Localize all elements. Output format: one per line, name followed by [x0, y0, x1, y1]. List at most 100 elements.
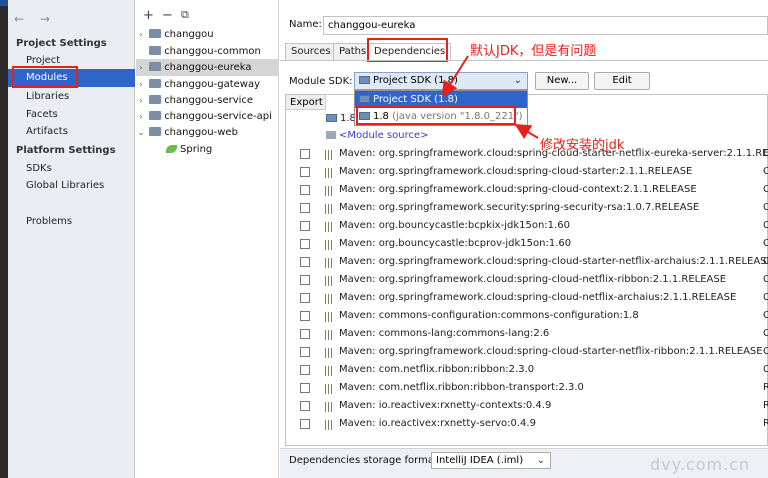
- dependency-name: Maven: org.springframework.security:spri…: [339, 202, 700, 213]
- dependency-row[interactable]: Maven: org.bouncycastle:bcpkix-jdk15on:1…: [286, 217, 768, 235]
- sidebar-item-facets[interactable]: Facets: [8, 106, 135, 124]
- annotation-arrows: [441, 55, 539, 140]
- dependency-scope[interactable]: C: [763, 271, 768, 289]
- dependency-name: Maven: commons-lang:commons-lang:2.6: [339, 328, 550, 339]
- dependency-row[interactable]: Maven: org.springframework.cloud:spring-…: [286, 253, 768, 271]
- module-folder-icon: [149, 29, 162, 38]
- dependency-row[interactable]: Maven: org.springframework.cloud:spring-…: [286, 343, 768, 361]
- export-checkbox[interactable]: [300, 311, 310, 321]
- dependency-scope[interactable]: C: [763, 235, 768, 253]
- tree-item-changgou[interactable]: › changgou: [136, 26, 279, 43]
- export-checkbox[interactable]: [300, 185, 310, 195]
- collapse-arrow-icon[interactable]: ⌄: [136, 124, 146, 141]
- dependency-row[interactable]: Maven: org.springframework.cloud:spring-…: [286, 181, 768, 199]
- add-module-icon[interactable]: +: [143, 8, 154, 23]
- maven-library-icon: [325, 293, 335, 304]
- dependency-scope[interactable]: C: [763, 343, 768, 361]
- tree-item-changgou-common[interactable]: changgou-common: [136, 43, 279, 60]
- export-checkbox[interactable]: [300, 239, 310, 249]
- dependency-scope[interactable]: C: [763, 199, 768, 217]
- sidebar-item-libraries[interactable]: Libraries: [8, 88, 135, 106]
- dependency-row[interactable]: Maven: org.springframework.cloud:spring-…: [286, 271, 768, 289]
- edit-sdk-button[interactable]: Edit: [594, 72, 650, 90]
- maven-library-icon: [325, 311, 335, 322]
- dependency-scope[interactable]: C: [763, 289, 768, 307]
- export-checkbox[interactable]: [300, 203, 310, 213]
- dependency-name: Maven: org.springframework.cloud:spring-…: [339, 346, 763, 357]
- tree-item-spring[interactable]: Spring: [136, 141, 279, 158]
- dependency-scope[interactable]: R: [763, 379, 768, 397]
- dependency-name: Maven: org.bouncycastle:bcprov-jdk15on:1…: [339, 238, 572, 249]
- dependency-scope[interactable]: C: [763, 181, 768, 199]
- dependency-scope[interactable]: C: [763, 145, 768, 163]
- export-checkbox[interactable]: [300, 383, 310, 393]
- expand-arrow-icon[interactable]: ›: [136, 26, 146, 43]
- sidebar-item-sdks[interactable]: SDKs: [8, 160, 135, 178]
- tree-item-changgou-service[interactable]: › changgou-service: [136, 92, 279, 109]
- export-checkbox[interactable]: [300, 401, 310, 411]
- dependency-scope[interactable]: C: [763, 361, 768, 379]
- expand-arrow-icon[interactable]: ›: [136, 92, 146, 109]
- expand-arrow-icon[interactable]: ›: [136, 76, 146, 93]
- export-column-header[interactable]: Export: [286, 95, 326, 110]
- sidebar-item-problems[interactable]: Problems: [8, 213, 135, 231]
- export-checkbox[interactable]: [300, 347, 310, 357]
- dependency-name: Maven: io.reactivex:rxnetty-contexts:0.4…: [339, 400, 552, 411]
- maven-library-icon: [325, 221, 335, 232]
- tree-item-changgou-web[interactable]: ⌄ changgou-web: [136, 124, 279, 141]
- export-checkbox[interactable]: [300, 275, 310, 285]
- dependency-row[interactable]: Maven: io.reactivex:rxnetty-servo:0.4.9 R: [286, 415, 768, 433]
- tree-item-changgou-eureka[interactable]: › changgou-eureka: [136, 59, 279, 76]
- dependency-row[interactable]: Maven: io.reactivex:rxnetty-contexts:0.4…: [286, 397, 768, 415]
- dependency-scope[interactable]: C: [763, 307, 768, 325]
- dependency-row[interactable]: Maven: com.netflix.ribbon:ribbon:2.3.0 C: [286, 361, 768, 379]
- watermark: dvy.com.cn: [650, 455, 751, 474]
- maven-library-icon: [325, 365, 335, 376]
- dependency-row[interactable]: Maven: org.springframework.cloud:spring-…: [286, 289, 768, 307]
- dependency-scope[interactable]: C: [763, 325, 768, 343]
- export-checkbox[interactable]: [300, 257, 310, 267]
- export-checkbox[interactable]: [300, 365, 310, 375]
- dependency-row[interactable]: Maven: commons-lang:commons-lang:2.6 C: [286, 325, 768, 343]
- tree-item-changgou-service-api[interactable]: › changgou-service-api: [136, 108, 279, 125]
- export-checkbox[interactable]: [300, 293, 310, 303]
- export-checkbox[interactable]: [300, 167, 310, 177]
- sidebar-item-artifacts[interactable]: Artifacts: [8, 123, 135, 141]
- export-checkbox[interactable]: [300, 329, 310, 339]
- dependency-row[interactable]: Maven: org.springframework.security:spri…: [286, 199, 768, 217]
- sdk-folder-icon: [326, 114, 337, 122]
- storage-format-select[interactable]: IntelliJ IDEA (.iml) ⌄: [431, 452, 551, 469]
- dependency-scope[interactable]: C: [763, 217, 768, 235]
- export-checkbox[interactable]: [300, 149, 310, 159]
- module-folder-icon: [149, 79, 162, 88]
- arrow-to-jdk-option: [514, 123, 539, 140]
- export-checkbox[interactable]: [300, 221, 310, 231]
- sdk-folder-icon: [359, 76, 370, 84]
- dependency-name: Maven: commons-configuration:commons-con…: [339, 310, 639, 321]
- dependency-scope[interactable]: C: [763, 253, 768, 271]
- copy-module-icon[interactable]: ⧉: [181, 8, 189, 22]
- export-checkbox[interactable]: [300, 419, 310, 429]
- dependency-scope[interactable]: C: [763, 163, 768, 181]
- sidebar-item-global-libraries[interactable]: Global Libraries: [8, 177, 135, 195]
- arrow-to-sdk-select: [441, 55, 469, 98]
- dependency-row[interactable]: Maven: commons-configuration:commons-con…: [286, 307, 768, 325]
- dependency-name: Maven: org.bouncycastle:bcpkix-jdk15on:1…: [339, 220, 570, 231]
- maven-library-icon: [325, 239, 335, 250]
- dependency-scope[interactable]: R: [763, 415, 768, 433]
- dependency-row[interactable]: Maven: org.bouncycastle:bcprov-jdk15on:1…: [286, 235, 768, 253]
- dependency-scope[interactable]: R: [763, 397, 768, 415]
- back-forward-icon[interactable]: ← →: [14, 12, 56, 26]
- module-folder-icon: [149, 127, 162, 136]
- dependency-row[interactable]: Maven: com.netflix.ribbon:ribbon-transpo…: [286, 379, 768, 397]
- tree-item-changgou-gateway[interactable]: › changgou-gateway: [136, 76, 279, 93]
- module-name-input[interactable]: changgou-eureka: [323, 16, 768, 35]
- remove-module-icon[interactable]: −: [162, 8, 173, 23]
- expand-arrow-icon[interactable]: ›: [136, 108, 146, 125]
- maven-library-icon: [325, 329, 335, 340]
- dependency-row[interactable]: Maven: org.springframework.cloud:spring-…: [286, 163, 768, 181]
- tab-sources[interactable]: Sources: [285, 43, 337, 60]
- expand-arrow-icon[interactable]: ›: [136, 59, 146, 76]
- dependency-name: Maven: com.netflix.ribbon:ribbon-transpo…: [339, 382, 584, 393]
- module-sdk-label: Module SDK:: [289, 76, 353, 87]
